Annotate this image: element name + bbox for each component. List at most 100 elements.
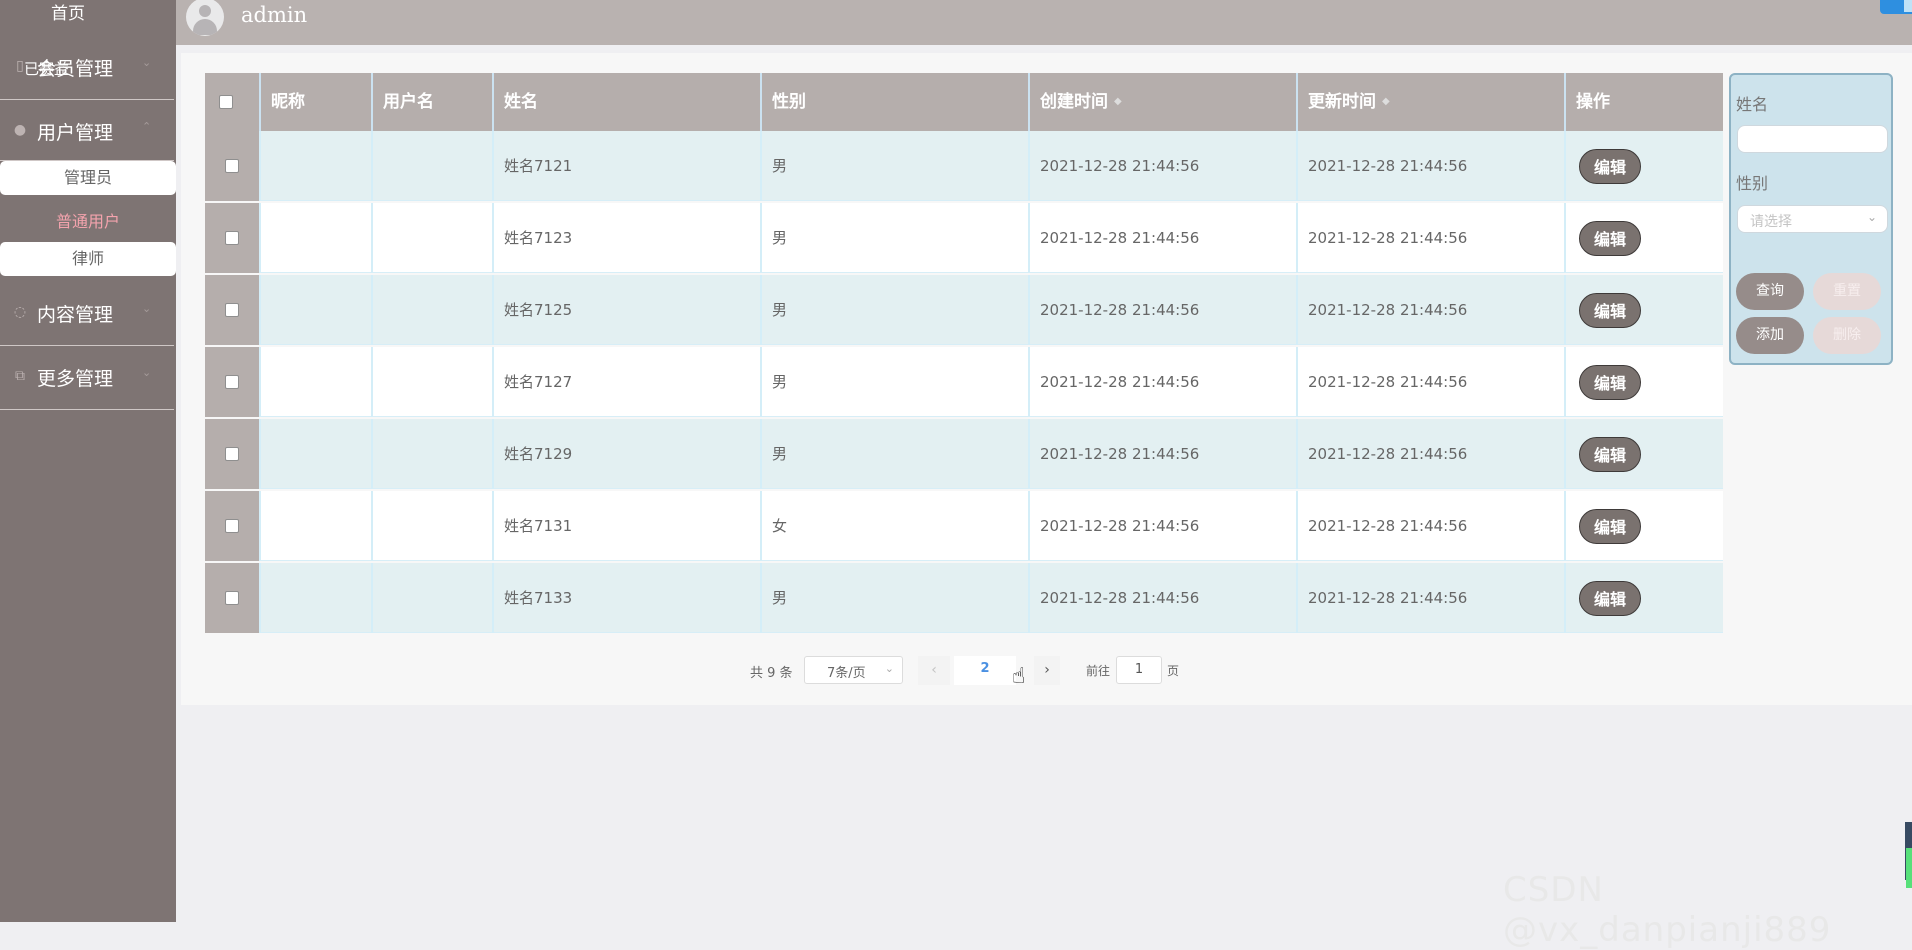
reset-button[interactable]: 重置 xyxy=(1813,273,1881,310)
submenu-normal-user[interactable]: 普通用户 xyxy=(0,205,176,239)
avatar-body xyxy=(193,19,217,35)
row-checkbox[interactable] xyxy=(225,159,239,173)
sort-icon[interactable]: ◆ xyxy=(1114,73,1122,131)
cell-nickname xyxy=(259,491,371,561)
cell-gender: 男 xyxy=(760,131,1028,201)
row-checkbox[interactable] xyxy=(225,303,239,317)
name-filter-input[interactable] xyxy=(1737,125,1888,153)
page-list[interactable]: 2 xyxy=(954,656,1016,685)
menu-label: 更多管理 xyxy=(37,368,114,390)
top-right-badge[interactable] xyxy=(1880,0,1912,14)
chevron-down-icon: ⌄ xyxy=(884,662,894,675)
next-page-button[interactable]: › xyxy=(1034,656,1060,685)
menu-content-management[interactable]: ◌ 内容管理 ⌄ xyxy=(0,282,174,346)
column-name: 姓名 xyxy=(492,73,760,131)
query-button[interactable]: 查询 xyxy=(1736,273,1804,310)
table-row: 姓名7123 男 2021-12-28 21:44:56 2021-12-28 21:… xyxy=(205,203,1723,273)
cell-updated-time: 2021-12-28 21:44:56 xyxy=(1296,419,1564,489)
prev-page-button[interactable]: ‹ xyxy=(918,656,950,685)
name-filter-label: 姓名 xyxy=(1736,95,1769,114)
row-checkbox-cell xyxy=(205,491,259,561)
copy-icon: ⧉ xyxy=(15,368,25,384)
goto-page-input[interactable]: 1 xyxy=(1116,656,1162,684)
cell-updated-time: 2021-12-28 21:44:56 xyxy=(1296,347,1564,417)
delete-button[interactable]: 删除 xyxy=(1813,317,1881,354)
edit-button[interactable]: 编辑 xyxy=(1579,437,1641,472)
sort-icon[interactable]: ◆ xyxy=(1382,73,1390,131)
edit-button[interactable]: 编辑 xyxy=(1579,221,1641,256)
row-checkbox[interactable] xyxy=(225,375,239,389)
cell-username xyxy=(371,275,492,345)
table-header: 昵称 用户名 姓名 性别 创建时间 ◆ 更新时间 ◆ 操作 xyxy=(205,73,1723,131)
cell-created-time: 2021-12-28 21:44:56 xyxy=(1028,275,1296,345)
cell-gender: 男 xyxy=(760,419,1028,489)
goto-label: 前往 xyxy=(1086,664,1111,678)
cell-updated-time: 2021-12-28 21:44:56 xyxy=(1296,491,1564,561)
row-checkbox-cell xyxy=(205,419,259,489)
gender-filter-label: 性别 xyxy=(1736,174,1769,193)
submenu-lawyer[interactable]: 律师 xyxy=(0,242,176,276)
hand-cursor-icon: ☝ xyxy=(1012,664,1026,689)
menu-label: 内容管理 xyxy=(37,304,114,326)
menu-user-management[interactable]: ● 用户管理 ⌃ xyxy=(0,100,174,161)
column-created-time[interactable]: 创建时间 ◆ xyxy=(1028,73,1296,131)
cell-updated-time: 2021-12-28 21:44:56 xyxy=(1296,203,1564,273)
cell-name: 姓名7131 xyxy=(492,491,760,561)
current-page[interactable]: 2 xyxy=(954,661,1016,676)
table-row: 姓名7127 男 2021-12-28 21:44:56 2021-12-28 21:… xyxy=(205,347,1723,417)
cell-created-time: 2021-12-28 21:44:56 xyxy=(1028,131,1296,201)
cell-nickname xyxy=(259,347,371,417)
row-checkbox[interactable] xyxy=(225,231,239,245)
avatar-head xyxy=(199,5,211,17)
avatar[interactable] xyxy=(186,0,224,36)
select-all-checkbox[interactable] xyxy=(219,95,233,109)
cell-nickname xyxy=(259,131,371,201)
cell-nickname xyxy=(259,419,371,489)
table-row: 姓名7125 男 2021-12-28 21:44:56 2021-12-28 21:… xyxy=(205,275,1723,345)
cell-username xyxy=(371,419,492,489)
column-actions: 操作 xyxy=(1564,73,1723,131)
gender-select-placeholder: 请选择 xyxy=(1750,214,1792,230)
gender-filter-select[interactable]: 请选择 ⌄ xyxy=(1737,205,1888,233)
chevron-down-icon: ⌄ xyxy=(1866,210,1877,224)
cell-name: 姓名7125 xyxy=(492,275,760,345)
row-checkbox[interactable] xyxy=(225,447,239,461)
edit-button[interactable]: 编辑 xyxy=(1579,293,1641,328)
column-nickname: 昵称 xyxy=(259,73,371,131)
cell-gender: 男 xyxy=(760,275,1028,345)
cell-name: 姓名7129 xyxy=(492,419,760,489)
edit-button[interactable]: 编辑 xyxy=(1579,509,1641,544)
page-size-select[interactable]: 7条/页 ⌄ xyxy=(804,656,903,684)
add-button[interactable]: 添加 xyxy=(1736,317,1804,354)
cell-gender: 男 xyxy=(760,347,1028,417)
column-updated-time[interactable]: 更新时间 ◆ xyxy=(1296,73,1564,131)
row-checkbox-cell xyxy=(205,203,259,273)
edit-button[interactable]: 编辑 xyxy=(1579,581,1641,616)
edit-button[interactable]: 编辑 xyxy=(1579,365,1641,400)
cell-updated-time: 2021-12-28 21:44:56 xyxy=(1296,275,1564,345)
row-checkbox[interactable] xyxy=(225,591,239,605)
chevron-down-icon: ⌄ xyxy=(142,302,152,315)
cell-updated-time: 2021-12-28 21:44:56 xyxy=(1296,131,1564,201)
edit-button[interactable]: 编辑 xyxy=(1579,149,1641,184)
table-row: 姓名7121 男 2021-12-28 21:44:56 2021-12-28 21:… xyxy=(205,131,1723,201)
filter-panel: 姓名 性别 请选择 ⌄ 查询 重置 添加 删除 xyxy=(1729,73,1893,365)
cell-nickname xyxy=(259,203,371,273)
row-checkbox-cell xyxy=(205,563,259,633)
home-link[interactable]: 首页 xyxy=(0,0,136,28)
select-all-cell xyxy=(205,73,259,131)
cell-name: 姓名7127 xyxy=(492,347,760,417)
row-checkbox[interactable] xyxy=(225,519,239,533)
cell-nickname xyxy=(259,275,371,345)
cell-updated-time: 2021-12-28 21:44:56 xyxy=(1296,563,1564,633)
menu-more-management[interactable]: ⧉ 更多管理 ⌄ xyxy=(0,346,174,410)
created-time-label: 创建时间 xyxy=(1040,92,1108,112)
cell-username xyxy=(371,347,492,417)
table-row: 姓名7129 男 2021-12-28 21:44:56 2021-12-28 21:… xyxy=(205,419,1723,489)
badge-icon xyxy=(1882,0,1904,12)
cell-gender: 男 xyxy=(760,563,1028,633)
cell-name: 姓名7121 xyxy=(492,131,760,201)
scroll-edge-highlight xyxy=(1906,848,1912,888)
submenu-admin[interactable]: 管理员 xyxy=(0,161,176,195)
user-icon: ● xyxy=(13,122,27,138)
